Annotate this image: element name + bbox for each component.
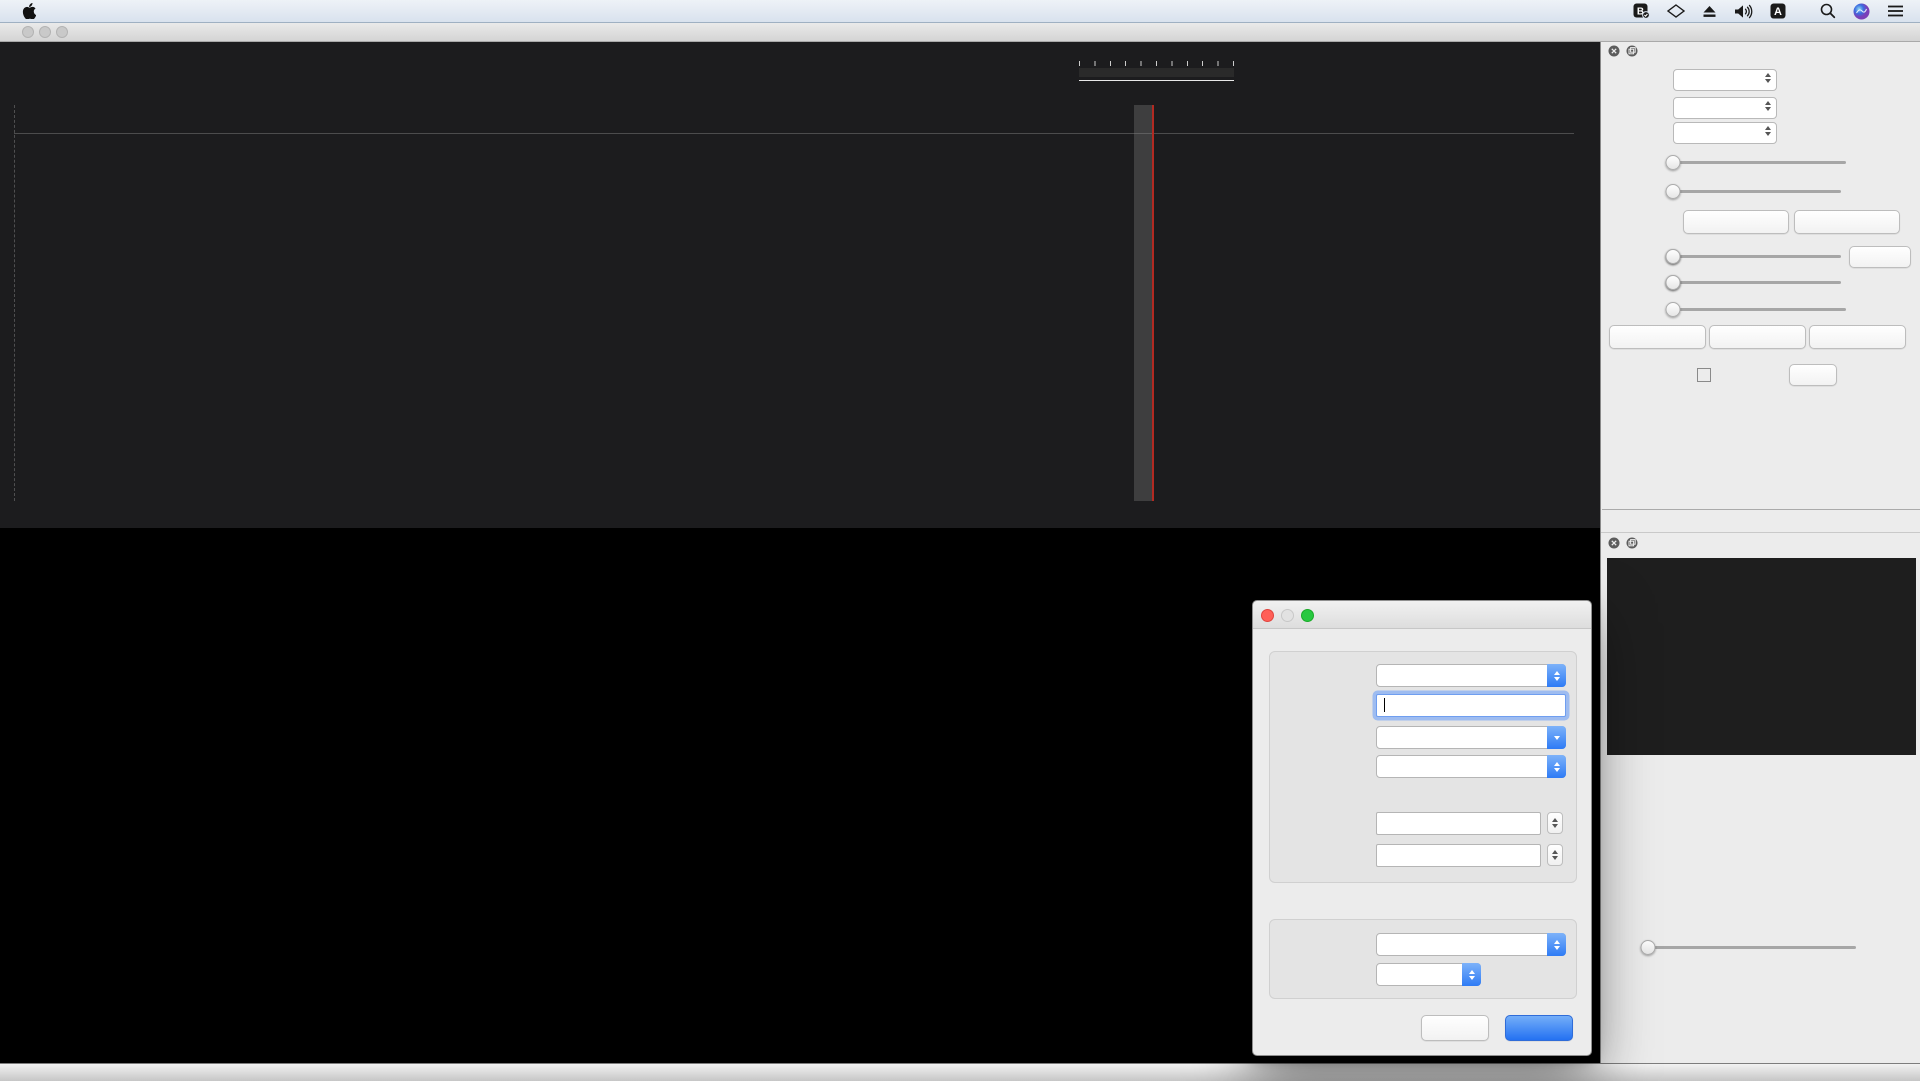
fill-button[interactable]	[1789, 364, 1837, 386]
pand-db-lock-button[interactable]	[1849, 246, 1911, 268]
dialog-close-button[interactable]	[1261, 609, 1274, 622]
freq-zoom-slider[interactable]	[1673, 302, 1846, 317]
pand-db-range-slider[interactable]	[1673, 249, 1841, 264]
averaging-slider[interactable]	[1673, 155, 1846, 170]
dialog-titlebar[interactable]	[1253, 601, 1591, 629]
demod-button[interactable]	[1809, 325, 1906, 349]
input-rate-combobox[interactable]	[1376, 726, 1566, 749]
demod-filter-overlay[interactable]	[1134, 105, 1153, 501]
window-bottom-edge	[0, 1063, 1920, 1081]
minimize-button[interactable]	[39, 26, 51, 38]
meter-ruler	[1079, 61, 1234, 66]
input-source-icon[interactable]: A	[1770, 3, 1786, 19]
device-string-input[interactable]	[1376, 694, 1566, 717]
audio-output-groupbox	[1269, 919, 1577, 999]
dock-tab-bar	[1602, 509, 1920, 533]
peak-hold-button[interactable]	[1794, 210, 1900, 234]
audio-buttons	[1601, 975, 1920, 999]
lnb-lo-stepper[interactable]	[1547, 844, 1563, 866]
tuned-carrier-line[interactable]	[1152, 105, 1154, 501]
time-span-spinbox[interactable]	[1673, 122, 1777, 144]
dialog-minimize-button	[1281, 609, 1294, 622]
pandapter[interactable]	[0, 41, 1600, 528]
svg-text:A: A	[1774, 6, 1782, 18]
lnb-lo-spinbox[interactable]	[1376, 844, 1541, 867]
reset-button[interactable]	[1609, 325, 1706, 349]
rate-spinbox[interactable]	[1673, 97, 1777, 119]
audio-panel-header	[1601, 532, 1920, 551]
siri-icon[interactable]	[1853, 3, 1870, 20]
audio-spectrum-plot[interactable]	[1607, 558, 1916, 755]
panel-float-icon[interactable]	[1626, 536, 1638, 554]
center-button[interactable]	[1709, 325, 1806, 349]
panel-close-icon[interactable]	[1608, 536, 1620, 554]
notification-center-icon[interactable]	[1887, 4, 1904, 18]
eject-icon[interactable]	[1702, 4, 1717, 18]
ok-button[interactable]	[1505, 1015, 1573, 1041]
close-button[interactable]	[22, 26, 34, 38]
spectrum-plot[interactable]	[0, 105, 1600, 501]
fft-panel-header	[1601, 41, 1920, 59]
configure-io-dialog	[1252, 600, 1592, 1056]
apple-menu-icon[interactable]	[12, 3, 46, 19]
volume-icon[interactable]	[1734, 4, 1753, 19]
peak-detect-button[interactable]	[1683, 210, 1789, 234]
gain-slider[interactable]	[1648, 940, 1856, 955]
audio-waterfall-display[interactable]	[1607, 755, 1916, 935]
fft-size-spinbox[interactable]	[1673, 69, 1777, 91]
audio-sample-rate-dropdown[interactable]	[1376, 963, 1481, 986]
window-titlebar[interactable]	[0, 22, 1920, 42]
network-icon[interactable]	[1667, 4, 1685, 18]
color-swatch[interactable]	[1697, 368, 1711, 382]
audio-device-dropdown[interactable]	[1376, 933, 1566, 956]
signal-meter	[1078, 47, 1246, 97]
cancel-button[interactable]	[1421, 1015, 1489, 1041]
device-dropdown[interactable]	[1376, 664, 1566, 687]
menu-bar: B A	[0, 0, 1920, 23]
blocker-icon[interactable]: B	[1633, 3, 1650, 19]
pandapter-waterfall-split-slider[interactable]	[1673, 184, 1841, 199]
dock-panels	[1600, 41, 1920, 1063]
spotlight-icon[interactable]	[1820, 3, 1836, 19]
bandwidth-stepper[interactable]	[1547, 812, 1563, 834]
zoom-button[interactable]	[56, 26, 68, 38]
bandwidth-spinbox[interactable]	[1376, 812, 1541, 835]
text-caret	[1384, 698, 1385, 712]
panel-close-icon[interactable]	[1608, 44, 1620, 62]
dialog-zoom-button[interactable]	[1301, 609, 1314, 622]
panel-float-icon[interactable]	[1626, 44, 1638, 62]
wf-db-range-slider[interactable]	[1673, 275, 1841, 290]
decimation-dropdown[interactable]	[1376, 755, 1566, 778]
